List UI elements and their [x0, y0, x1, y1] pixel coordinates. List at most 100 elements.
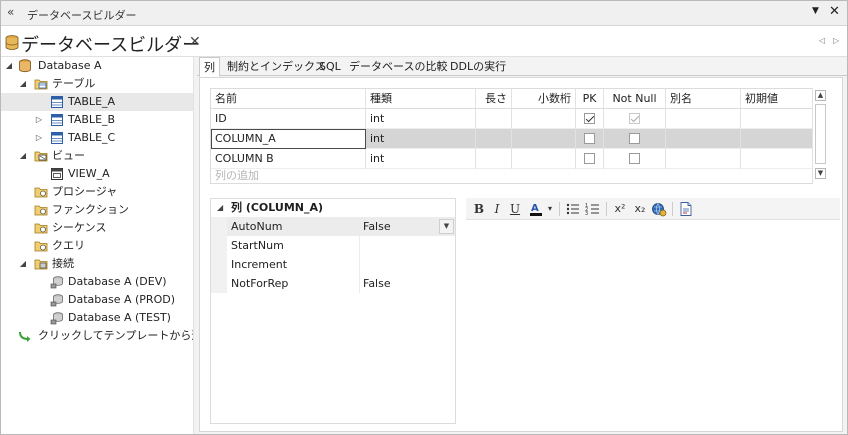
column-length-cell[interactable]: [476, 149, 512, 169]
tab-execute-ddl[interactable]: DDLの実行: [446, 57, 510, 76]
column-header-not-null[interactable]: Not Null: [604, 89, 666, 109]
tree-item-add-from-template[interactable]: クリックしてテンプレートから追加: [1, 327, 213, 345]
column-alias-cell[interactable]: [666, 109, 741, 129]
column-header-length[interactable]: 長さ: [476, 89, 512, 109]
expand-toggle-icon[interactable]: ▷: [34, 111, 44, 129]
tree-item-view-a[interactable]: VIEW_A: [1, 165, 193, 183]
column-decimals-cell[interactable]: [512, 109, 576, 129]
tree-item-functions-folder[interactable]: ファンクション: [1, 201, 193, 219]
scroll-up-icon[interactable]: ▲: [815, 90, 826, 101]
tree-item-connection-test[interactable]: Database A (TEST): [1, 309, 193, 327]
column-header-type[interactable]: 種類: [366, 89, 476, 109]
column-name-editor[interactable]: COLUMN_A: [211, 129, 366, 149]
expand-toggle-icon[interactable]: ◢: [4, 57, 14, 75]
notes-text-area[interactable]: [466, 220, 840, 424]
expand-toggle-icon[interactable]: ▷: [34, 129, 44, 147]
column-row[interactable]: ID int: [211, 109, 823, 129]
font-color-button[interactable]: A: [528, 201, 546, 217]
expand-toggle-icon[interactable]: ◢: [18, 75, 28, 93]
property-value[interactable]: False: [363, 217, 391, 236]
tab-constraints-indexes[interactable]: 制約とインデックス: [223, 57, 330, 76]
column-alias-cell[interactable]: [666, 129, 741, 149]
column-alias-cell[interactable]: [666, 149, 741, 169]
tree-item-database-a[interactable]: ◢ Database A: [1, 57, 193, 75]
font-color-dropdown-icon[interactable]: ▾: [546, 201, 554, 217]
property-dropdown-icon[interactable]: ▼: [439, 219, 454, 234]
document-close-icon[interactable]: ✕: [189, 34, 201, 50]
columns-grid-scrollbar[interactable]: ▲ ▼: [812, 88, 827, 184]
superscript-button[interactable]: x²: [612, 201, 628, 217]
tree-item-queries-folder[interactable]: クエリ: [1, 237, 193, 255]
column-row-selected[interactable]: COLUMN_A int: [211, 129, 823, 149]
window-menu-dropdown-icon[interactable]: ▼: [812, 6, 819, 16]
subscript-button[interactable]: x₂: [632, 201, 648, 217]
folder-view-icon: [34, 149, 48, 163]
pk-checkbox[interactable]: [584, 152, 595, 164]
tree-item-sequences-folder[interactable]: シーケンス: [1, 219, 193, 237]
pk-checkbox[interactable]: [584, 132, 595, 144]
tab-sql[interactable]: SQL: [315, 57, 345, 76]
scroll-down-icon[interactable]: ▼: [815, 168, 826, 179]
tree-item-connections-folder[interactable]: ◢ 接続: [1, 255, 193, 273]
underline-button[interactable]: U: [508, 201, 522, 217]
tree-item-views-folder[interactable]: ◢ ビュー: [1, 147, 193, 165]
bullet-list-icon[interactable]: [565, 201, 581, 217]
tree-item-table-b[interactable]: ▷ TABLE_B: [1, 111, 193, 129]
add-column-placeholder[interactable]: 列の追加: [211, 166, 366, 183]
collapse-toggle-icon[interactable]: ◢: [217, 199, 223, 217]
column-length-cell[interactable]: [476, 129, 512, 149]
column-header-name[interactable]: 名前: [211, 89, 366, 109]
nav-prev-icon[interactable]: ◁: [819, 36, 825, 45]
column-length-cell[interactable]: [476, 109, 512, 129]
tree-item-table-c[interactable]: ▷ TABLE_C: [1, 129, 193, 147]
tree-item-table-a[interactable]: TABLE_A: [1, 93, 193, 111]
not-null-cell: [604, 109, 666, 129]
property-row-startnum[interactable]: StartNum: [211, 236, 455, 255]
not-null-checkbox[interactable]: [629, 112, 640, 124]
window-close-icon[interactable]: ✕: [829, 4, 840, 19]
column-decimals-cell[interactable]: [512, 129, 576, 149]
column-name-cell[interactable]: ID: [211, 109, 366, 129]
column-type-cell[interactable]: int: [366, 109, 476, 129]
expand-toggle-icon[interactable]: ◢: [18, 147, 28, 165]
column-type-cell[interactable]: int: [366, 149, 476, 169]
column-header-pk[interactable]: PK: [576, 89, 604, 109]
numbered-list-icon[interactable]: 123: [585, 201, 601, 217]
tree-item-connection-prod[interactable]: Database A (PROD): [1, 291, 193, 309]
bold-button[interactable]: B: [472, 201, 486, 217]
table-icon: [50, 131, 64, 145]
scroll-thumb[interactable]: [815, 104, 826, 164]
collapse-grip-icon[interactable]: «: [7, 5, 14, 19]
window-title: データベースビルダー: [27, 9, 137, 22]
nav-next-icon[interactable]: ▷: [833, 36, 839, 45]
property-row-notforrep[interactable]: NotForRep False: [211, 274, 455, 293]
property-row-autonum[interactable]: AutoNum False ▼: [211, 217, 455, 236]
tree-item-procedures-folder[interactable]: プロシージャ: [1, 183, 193, 201]
folder-sequence-icon: [34, 221, 48, 235]
not-null-checkbox[interactable]: [629, 132, 640, 144]
property-key: NotForRep: [231, 277, 289, 290]
pk-checkbox[interactable]: [584, 112, 595, 124]
tab-columns[interactable]: 列: [199, 57, 220, 77]
tree-item-label: Database A (TEST): [68, 311, 171, 324]
insert-document-icon[interactable]: [678, 201, 694, 217]
column-header-alias[interactable]: 別名: [666, 89, 741, 109]
property-value[interactable]: False: [363, 274, 391, 293]
toolbar-separator: [672, 202, 673, 216]
add-column-row[interactable]: 列の追加: [211, 166, 823, 183]
column-type-cell[interactable]: int: [366, 129, 476, 149]
tree-item-connection-dev[interactable]: Database A (DEV): [1, 273, 193, 291]
properties-category-header[interactable]: ◢ 列 (COLUMN_A): [211, 199, 455, 217]
tab-database-compare[interactable]: データベースの比較: [345, 57, 451, 76]
expand-toggle-icon[interactable]: ◢: [18, 255, 28, 273]
column-decimals-cell[interactable]: [512, 149, 576, 169]
column-header-decimals[interactable]: 小数桁: [512, 89, 576, 109]
svg-text:A: A: [531, 203, 539, 214]
property-row-increment[interactable]: Increment: [211, 255, 455, 274]
hyperlink-globe-icon[interactable]: [651, 201, 667, 217]
tree-item-tables-folder[interactable]: ◢ テーブル: [1, 75, 193, 93]
tree-item-label: 接続: [52, 257, 74, 270]
not-null-checkbox[interactable]: [629, 152, 640, 164]
italic-button[interactable]: I: [490, 201, 504, 217]
tree-item-label: シーケンス: [52, 221, 107, 234]
